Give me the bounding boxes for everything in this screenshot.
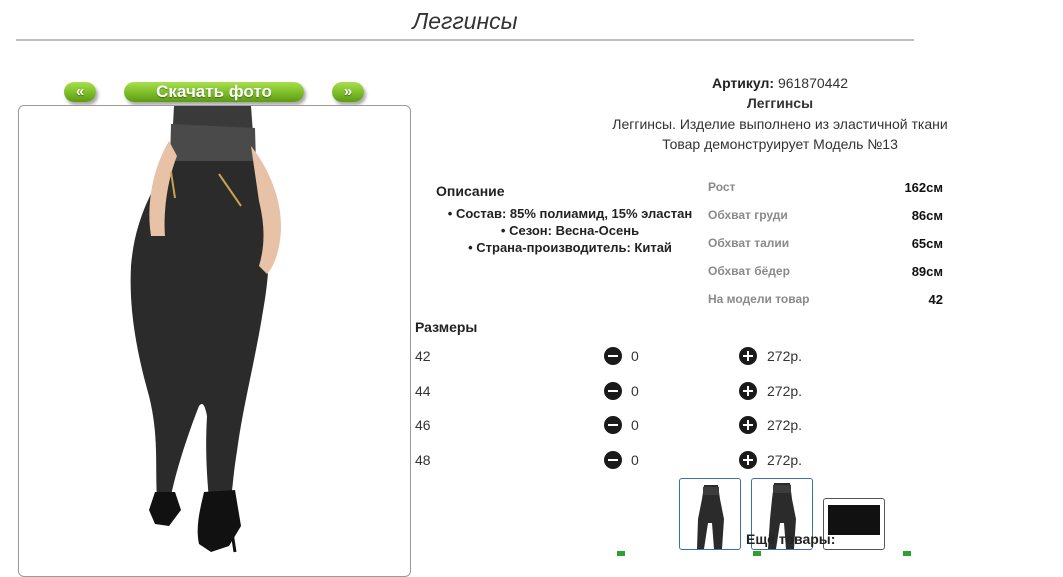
- size-row: 44 0 272р.: [415, 382, 835, 402]
- product-name: Леггинсы: [746, 95, 814, 111]
- description-item: • Состав: 85% полиамид, 15% эластан: [447, 206, 693, 221]
- measurement-value-waist: 65см: [911, 236, 943, 251]
- minus-circle-icon[interactable]: [604, 382, 622, 400]
- description-item: • Страна-производитель: Китай: [468, 240, 672, 255]
- quantity-value: 0: [631, 417, 639, 433]
- measurement-label-hips: Обхват бёдер: [708, 264, 790, 278]
- measurement-label-waist: Обхват талии: [708, 236, 790, 250]
- download-photo-button[interactable]: Скачать фото: [124, 82, 304, 102]
- thumbnail-photo-1[interactable]: [679, 478, 741, 550]
- measurement-label-height: Рост: [708, 180, 736, 194]
- article-value: 961870442: [777, 75, 849, 91]
- measurement-value-worn-size: 42: [928, 292, 943, 307]
- description-list: • Состав: 85% полиамид, 15% эластан • Се…: [420, 205, 720, 256]
- description-heading: Описание: [436, 183, 505, 199]
- size-label: 42: [415, 348, 431, 364]
- price-value: 272р.: [767, 452, 803, 468]
- product-photo[interactable]: [18, 105, 411, 577]
- size-label: 44: [415, 383, 431, 399]
- product-description: Леггинсы. Изделие выполнено из эластично…: [612, 116, 948, 132]
- prev-photo-button[interactable]: «: [64, 82, 96, 102]
- article-label: Артикул:: [711, 75, 775, 91]
- measurement-value-height: 162см: [904, 180, 943, 195]
- price-value: 272р.: [767, 417, 803, 433]
- green-marker: [903, 551, 911, 556]
- price-value: 272р.: [767, 348, 803, 364]
- sizes-heading: Размеры: [415, 319, 478, 335]
- minus-circle-icon[interactable]: [604, 416, 622, 434]
- description-item: • Сезон: Весна-Осень: [500, 223, 640, 238]
- leggings-model-illustration: [130, 106, 281, 553]
- quantity-value: 0: [631, 383, 639, 399]
- price-value: 272р.: [767, 383, 803, 399]
- title-divider: [16, 39, 914, 41]
- quantity-value: 0: [631, 452, 639, 468]
- plus-circle-icon[interactable]: [739, 347, 757, 365]
- plus-circle-icon[interactable]: [739, 416, 757, 434]
- size-row: 46 0 272р.: [415, 416, 835, 436]
- model-note: Товар демонструирует Модель №13: [662, 136, 898, 152]
- quantity-value: 0: [631, 348, 639, 364]
- green-marker: [753, 551, 761, 556]
- size-label: 46: [415, 417, 431, 433]
- size-row: 48 0 272р.: [415, 451, 835, 471]
- green-marker: [617, 551, 625, 556]
- article-line: Артикул: 961870442: [590, 75, 970, 91]
- size-row: 42 0 272р.: [415, 347, 835, 367]
- plus-circle-icon[interactable]: [739, 382, 757, 400]
- thumbnail-image: [697, 485, 724, 549]
- page-title: Леггинсы: [412, 8, 518, 34]
- next-photo-button[interactable]: »: [332, 82, 364, 102]
- more-products-label: Ещё товары:: [746, 531, 836, 547]
- measurement-value-hips: 89см: [911, 264, 943, 279]
- measurement-value-chest: 86см: [911, 208, 943, 223]
- measurement-label-worn-size: На модели товар: [708, 292, 810, 306]
- size-label: 48: [415, 452, 431, 468]
- measurement-label-chest: Обхват груди: [708, 208, 788, 222]
- thumbnail-image: [828, 505, 880, 535]
- plus-circle-icon[interactable]: [739, 451, 757, 469]
- minus-circle-icon[interactable]: [604, 451, 622, 469]
- minus-circle-icon[interactable]: [604, 347, 622, 365]
